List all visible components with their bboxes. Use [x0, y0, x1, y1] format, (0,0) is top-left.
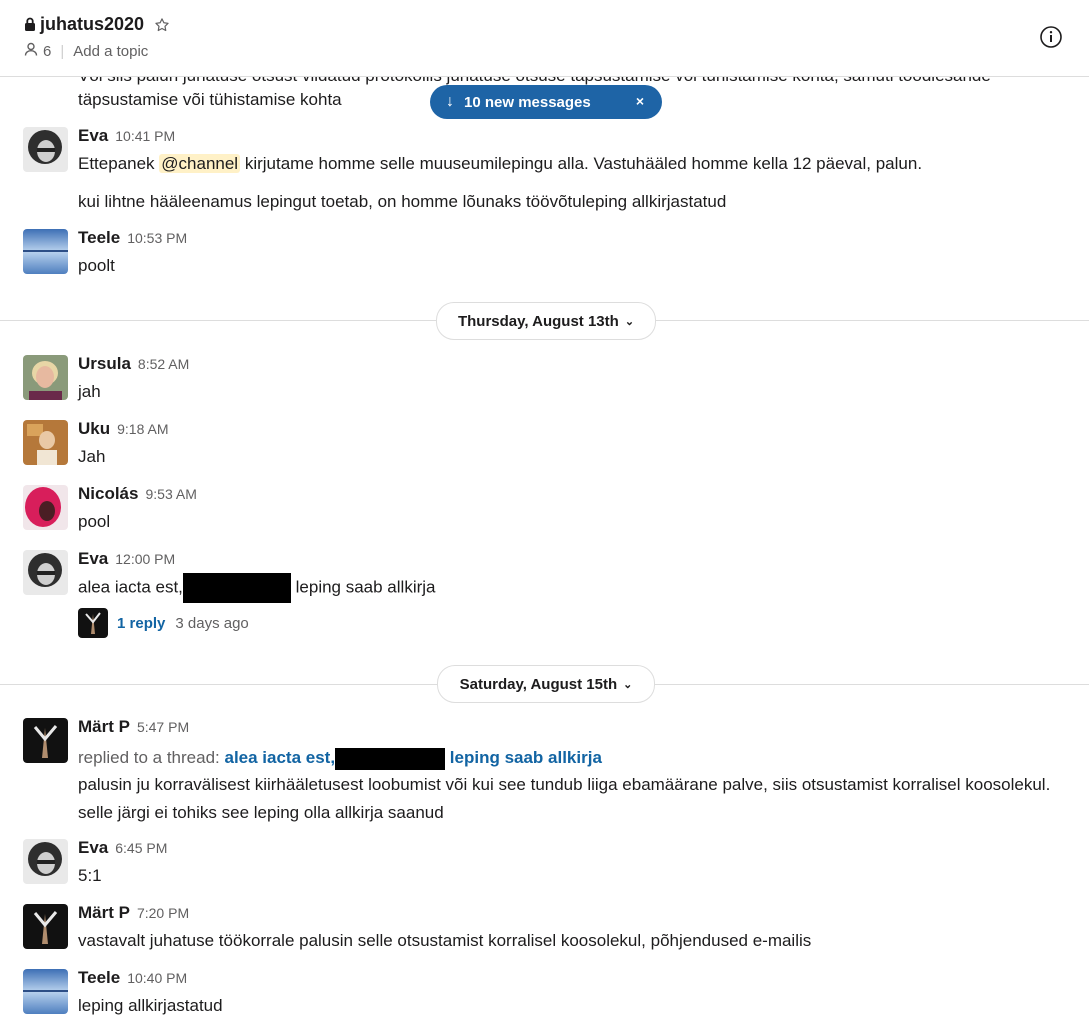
text-segment: kirjutame homme selle muuseumilepingu al… — [240, 154, 923, 173]
timestamp[interactable]: 9:18 AM — [117, 421, 168, 437]
avatar[interactable] — [23, 485, 68, 530]
timestamp[interactable]: 10:53 PM — [127, 230, 187, 246]
date-divider[interactable]: Thursday, August 13th ⌄ — [436, 302, 656, 340]
sender-name[interactable]: Eva — [78, 838, 108, 857]
timestamp[interactable]: 5:47 PM — [137, 719, 189, 735]
chevron-down-icon: ⌄ — [623, 678, 633, 691]
timestamp[interactable]: 7:20 PM — [137, 905, 189, 921]
date-label: Saturday, August 15th — [459, 675, 618, 693]
channel-name[interactable]: juhatus2020 — [40, 14, 144, 35]
avatar[interactable] — [23, 127, 68, 172]
text-segment: alea iacta est, — [78, 577, 183, 597]
arrow-down-icon: ↓ — [446, 93, 454, 110]
last-reply-time: 3 days ago — [175, 614, 249, 632]
avatar[interactable] — [23, 969, 68, 1014]
close-icon[interactable]: × — [636, 93, 644, 109]
message-text: kui lihtne hääleenamus lepingut toetab, … — [78, 192, 727, 211]
message-text: 5:1 — [78, 866, 102, 885]
channel-title[interactable]: juhatus2020 — [24, 14, 170, 35]
sender-name[interactable]: Eva — [78, 126, 108, 145]
new-messages-label[interactable]: 10 new messages — [464, 94, 591, 111]
timestamp[interactable]: 6:45 PM — [115, 840, 167, 856]
avatar[interactable] — [23, 839, 68, 884]
chevron-down-icon: ⌄ — [624, 315, 635, 328]
add-topic-link[interactable]: Add a topic — [73, 43, 148, 60]
message-text: Jah — [78, 447, 106, 466]
sender-name[interactable]: Nicolás — [78, 484, 138, 503]
text-segment: Ettepanek — [78, 154, 160, 173]
timestamp[interactable]: 8:52 AM — [138, 356, 189, 372]
replied-label: replied to a thread: — [78, 748, 225, 767]
message-text: vastavalt juhatuse töökorrale palusin se… — [78, 931, 812, 950]
message-text: täpsustamise või tühistamise kohta — [78, 90, 342, 109]
message-text: jah — [78, 382, 101, 401]
sender-name[interactable]: Ursula — [78, 354, 131, 373]
message-feed[interactable]: Või siis palun juhatuse otsust viidatud … — [0, 77, 1089, 1024]
avatar[interactable] — [23, 355, 68, 400]
person-icon — [24, 42, 38, 60]
sender-name[interactable]: Teele — [78, 228, 120, 247]
thread-reference: replied to a thread: alea iacta est, lep… — [78, 744, 602, 772]
sender-name[interactable]: Teele — [78, 968, 120, 987]
avatar[interactable] — [23, 718, 68, 763]
avatar[interactable] — [23, 229, 68, 274]
member-count: 6 — [43, 42, 52, 60]
members-button[interactable]: 6 — [24, 42, 51, 60]
thread-replies[interactable]: 1 reply 3 days ago — [78, 608, 249, 638]
date-divider[interactable]: Saturday, August 15th ⌄ — [437, 665, 655, 703]
new-messages-banner[interactable]: ↓ 10 new messages × — [430, 85, 662, 119]
channel-header: juhatus2020 6 | Add a topic — [0, 0, 1089, 77]
timestamp[interactable]: 12:00 PM — [115, 551, 175, 567]
message-text: alea iacta est, leping saab allkirja — [78, 573, 436, 603]
sender-name[interactable]: Märt P — [78, 717, 130, 736]
sender-name[interactable]: Eva — [78, 549, 108, 568]
meta-divider: | — [60, 42, 65, 60]
lock-icon — [24, 17, 36, 32]
timestamp[interactable]: 10:41 PM — [115, 128, 175, 144]
info-icon[interactable] — [1039, 25, 1063, 54]
message-text: leping allkirjastatud — [78, 996, 223, 1015]
avatar — [78, 608, 108, 638]
thread-link[interactable]: leping saab allkirja — [445, 748, 602, 767]
sender-name[interactable]: Uku — [78, 419, 110, 438]
message-text: palusin ju korravälisest kiirhääletusest… — [78, 775, 1051, 822]
avatar[interactable] — [23, 550, 68, 595]
star-icon[interactable] — [154, 17, 170, 33]
channel-mention[interactable]: @channel — [159, 154, 241, 173]
timestamp[interactable]: 9:53 AM — [145, 486, 196, 502]
sender-name[interactable]: Märt P — [78, 903, 130, 922]
timestamp[interactable]: 10:40 PM — [127, 970, 187, 986]
thread-link[interactable]: alea iacta est, — [224, 748, 335, 767]
redaction-box — [182, 573, 291, 603]
redaction-box — [335, 747, 446, 770]
message-text: Ettepanek @channel kirjutame homme selle… — [78, 150, 922, 178]
message-text: pool — [78, 512, 111, 531]
avatar[interactable] — [23, 904, 68, 949]
message-text: poolt — [78, 256, 115, 275]
text-segment: leping saab allkirja — [290, 577, 436, 597]
reply-count-link[interactable]: 1 reply — [117, 615, 165, 632]
date-label: Thursday, August 13th — [457, 312, 619, 330]
avatar[interactable] — [23, 420, 68, 465]
